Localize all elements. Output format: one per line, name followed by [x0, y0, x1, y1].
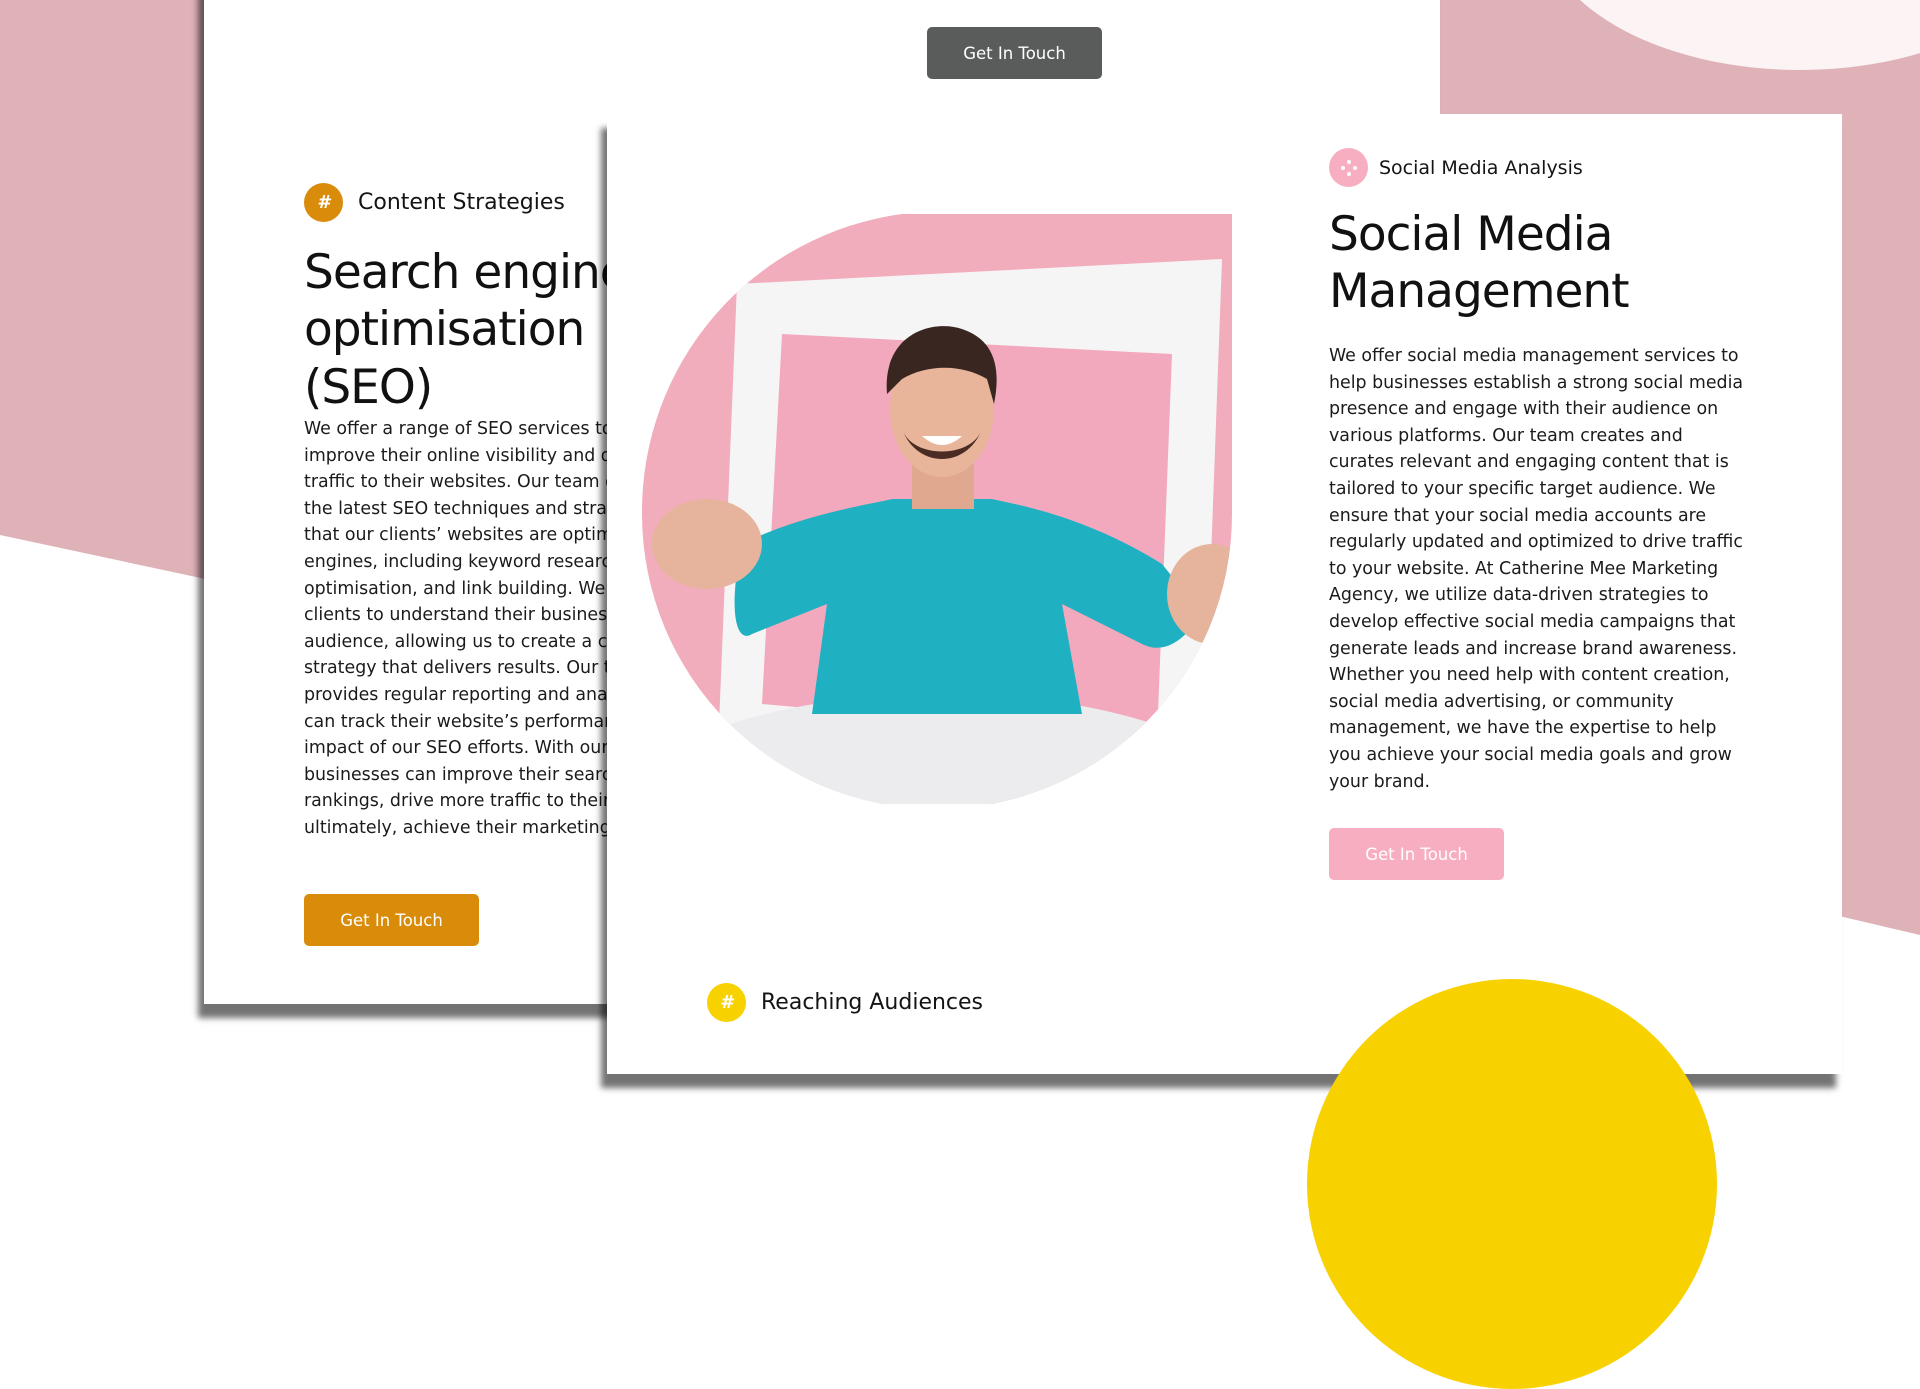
social-media-card: Social Media Analysis Social Media Manag…	[607, 114, 1842, 1389]
body-text-line: We offer social media management service…	[1329, 346, 1739, 366]
seo-tag-label: Content Strategies	[358, 190, 565, 215]
body-text-line: develop effective social media campaigns…	[1329, 611, 1736, 632]
seo-heading: Search engine optimisation (SEO)	[304, 244, 629, 416]
top-get-in-touch-button[interactable]: Get In Touch	[927, 27, 1102, 79]
social-tag-label: Social Media Analysis	[1379, 156, 1583, 179]
body-text-line: to your website. At Catherine Mee Market…	[1329, 558, 1719, 579]
body-text-line: management, we have the expertise to hel…	[1329, 718, 1717, 739]
body-text-line: tailored to your specific target audienc…	[1329, 478, 1716, 499]
body-text-line: your brand.	[1329, 771, 1431, 792]
body-text-line: Whether you need help with content creat…	[1329, 665, 1730, 686]
body-text-line: We offer a range of SEO services to h	[304, 419, 630, 439]
body-text-line: impact of our SEO efforts. With our SE	[304, 738, 637, 759]
dots-icon	[1329, 148, 1368, 187]
body-text-line: various platforms. Our team creates and	[1329, 425, 1683, 446]
body-text-line: Agency, we utilize data-driven strategie…	[1329, 585, 1709, 606]
social-heading: Social Media Management	[1329, 206, 1630, 320]
audience-tag-label: Reaching Audiences	[761, 990, 984, 1015]
body-text-line: can track their website’s performance	[304, 711, 636, 732]
body-text-line: the latest SEO techniques and strateg	[304, 498, 636, 519]
body-text-line: presence and engage with their audience …	[1329, 399, 1719, 420]
dots-glyph-icon	[1340, 159, 1357, 176]
body-text-line: ensure that your social media accounts a…	[1329, 505, 1707, 526]
seo-body-text: We offer a range of SEO services to h imp…	[304, 416, 644, 842]
social-tag: Social Media Analysis	[1329, 148, 1583, 187]
body-text-line: provides regular reporting and analys	[304, 684, 632, 705]
body-text-line: that our clients’ websites are optimise	[304, 525, 638, 546]
yellow-semicircle	[1307, 979, 1717, 1389]
body-text-line: strategy that delivers results. Our tear	[304, 658, 640, 679]
body-text-line: rankings, drive more traffic to their we	[304, 791, 641, 812]
seo-heading-line: optimisation	[304, 302, 585, 358]
body-text-line: help businesses establish a strong socia…	[1329, 372, 1744, 393]
audience-tag: # Reaching Audiences	[707, 983, 983, 1022]
body-text-line: ultimately, achieve their marketing go	[304, 817, 638, 838]
body-text-line: you achieve your social media goals and …	[1329, 744, 1732, 765]
bg-pink-shape-left	[0, 0, 210, 580]
social-heading-line: Management	[1329, 264, 1630, 319]
body-text-line: social media advertising, or community	[1329, 691, 1674, 712]
body-text-line: traffic to their websites. Our team of e	[304, 472, 639, 493]
social-body-text: We offer social media management service…	[1329, 343, 1749, 795]
body-text-line: audience, allowing us to create a cust	[304, 631, 635, 652]
seo-get-in-touch-button[interactable]: Get In Touch	[304, 894, 479, 946]
body-text-line: generate leads and increase brand awaren…	[1329, 638, 1738, 659]
body-text-line: engines, including keyword research, o	[304, 551, 644, 572]
body-text-line: clients to understand their business a	[304, 605, 633, 626]
body-text-line: optimisation, and link building. We wo	[304, 578, 636, 599]
seo-tag: # Content Strategies	[304, 183, 565, 222]
smiling-man-photo-icon	[642, 214, 1232, 804]
body-text-line: improve their online visibility and driv	[304, 445, 635, 466]
body-text-line: curates relevant and engaging content th…	[1329, 452, 1729, 473]
seo-heading-line: Search engine	[304, 245, 629, 300]
hashtag-icon: #	[707, 983, 746, 1022]
body-text-line: businesses can improve their search	[304, 764, 623, 785]
body-text-line: regularly updated and optimized to drive…	[1329, 532, 1743, 553]
hashtag-icon: #	[304, 183, 343, 222]
social-get-in-touch-button[interactable]: Get In Touch	[1329, 828, 1504, 880]
social-heading-line: Social Media	[1329, 207, 1613, 262]
seo-heading-line: (SEO)	[304, 359, 433, 415]
